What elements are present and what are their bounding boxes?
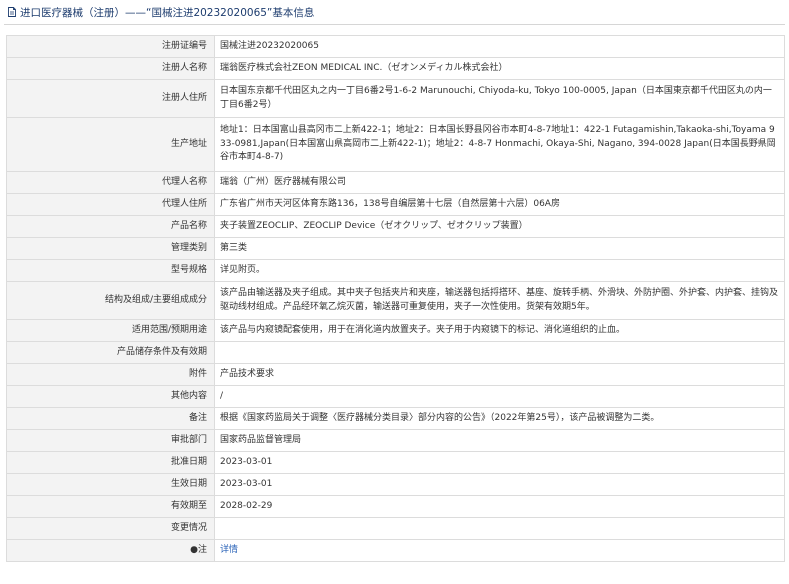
row-label: 管理类别 xyxy=(6,237,215,260)
table-row: 注册人名称 瑞翁医疗株式会社ZEON MEDICAL INC.（ゼオンメディカル… xyxy=(6,57,785,80)
row-value: 该产品与内窥镜配套使用，用于在消化道内放置夹子。夹子用于内窥镜下的标记、消化道组… xyxy=(214,319,785,342)
row-label: 其他内容 xyxy=(6,385,215,408)
row-value: 地址1：日本国富山县高冈市二上新422-1；地址2：日本国长野县冈谷市本町4-8… xyxy=(214,117,785,172)
row-value: 夹子装置ZEOCLIP、ZEOCLIP Device（ゼオクリップ、ゼオクリップ… xyxy=(214,215,785,238)
table-row: 管理类别 第三类 xyxy=(6,237,785,260)
row-label: 生产地址 xyxy=(6,117,215,172)
table-row: 生效日期 2023-03-01 xyxy=(6,473,785,496)
table-row: 结构及组成/主要组成成分 该产品由输送器及夹子组成。其中夹子包括夹片和夹座，输送… xyxy=(6,281,785,320)
row-label: 生效日期 xyxy=(6,473,215,496)
info-table-container: 注册证编号 国械注进20232020065 注册人名称 瑞翁医疗株式会社ZEON… xyxy=(0,25,789,562)
page-title: 进口医疗器械（注册）——“国械注进20232020065”基本信息 xyxy=(20,6,315,19)
row-label: 批准日期 xyxy=(6,451,215,474)
row-label: 适用范围/预期用途 xyxy=(6,319,215,342)
row-label: 结构及组成/主要组成成分 xyxy=(6,281,215,320)
table-row: 型号规格 详见附页。 xyxy=(6,259,785,282)
table-row: 批准日期 2023-03-01 xyxy=(6,451,785,474)
row-label: 产品储存条件及有效期 xyxy=(6,341,215,364)
row-value: 瑞翁（广州）医疗器械有限公司 xyxy=(214,171,785,194)
row-value: 根据《国家药监局关于调整〈医疗器械分类目录〉部分内容的公告》（2022年第25号… xyxy=(214,407,785,430)
row-value: 国械注进20232020065 xyxy=(214,35,785,58)
row-value: 2028-02-29 xyxy=(214,495,785,518)
row-label: 审批部门 xyxy=(6,429,215,452)
row-label: 变更情况 xyxy=(6,517,215,540)
row-label: 备注 xyxy=(6,407,215,430)
table-row: 备注 根据《国家药监局关于调整〈医疗器械分类目录〉部分内容的公告》（2022年第… xyxy=(6,407,785,430)
row-value: 详见附页。 xyxy=(214,259,785,282)
row-value: 第三类 xyxy=(214,237,785,260)
table-row: 代理人名称 瑞翁（广州）医疗器械有限公司 xyxy=(6,171,785,194)
row-value: 2023-03-01 xyxy=(214,473,785,496)
row-value: 该产品由输送器及夹子组成。其中夹子包括夹片和夹座，输送器包括捋搭环、基座、旋转手… xyxy=(214,281,785,320)
row-value: 国家药品监督管理局 xyxy=(214,429,785,452)
table-row: 产品名称 夹子装置ZEOCLIP、ZEOCLIP Device（ゼオクリップ、ゼ… xyxy=(6,215,785,238)
table-row: 变更情况 xyxy=(6,517,785,540)
row-label: 注册人住所 xyxy=(6,79,215,118)
row-label: 注册证编号 xyxy=(6,35,215,58)
table-row: 有效期至 2028-02-29 xyxy=(6,495,785,518)
info-table: 注册证编号 国械注进20232020065 注册人名称 瑞翁医疗株式会社ZEON… xyxy=(6,35,785,562)
row-label: 代理人名称 xyxy=(6,171,215,194)
page-header: 进口医疗器械（注册）——“国械注进20232020065”基本信息 xyxy=(0,0,789,24)
row-value: 日本国东京都千代田区丸之内一丁目6番2号1-6-2 Marunouchi, Ch… xyxy=(214,79,785,118)
table-row: 适用范围/预期用途 该产品与内窥镜配套使用，用于在消化道内放置夹子。夹子用于内窥… xyxy=(6,319,785,342)
row-value xyxy=(214,341,785,364)
row-value: 产品技术要求 xyxy=(214,363,785,386)
row-value xyxy=(214,517,785,540)
note-label: ●注 xyxy=(6,539,215,562)
table-row: 生产地址 地址1：日本国富山县高冈市二上新422-1；地址2：日本国长野县冈谷市… xyxy=(6,117,785,172)
details-link[interactable]: 详情 xyxy=(220,545,238,555)
row-label: 代理人住所 xyxy=(6,193,215,216)
row-label: 型号规格 xyxy=(6,259,215,282)
row-value: 瑞翁医疗株式会社ZEON MEDICAL INC.（ゼオンメディカル株式会社） xyxy=(214,57,785,80)
table-row: 注册证编号 国械注进20232020065 xyxy=(6,35,785,58)
document-icon xyxy=(6,6,18,18)
table-row: 产品储存条件及有效期 xyxy=(6,341,785,364)
table-row: 代理人住所 广东省广州市天河区体育东路136，138号自编层第十七层（自然层第十… xyxy=(6,193,785,216)
table-row: 审批部门 国家药品监督管理局 xyxy=(6,429,785,452)
row-label: 注册人名称 xyxy=(6,57,215,80)
row-label: 产品名称 xyxy=(6,215,215,238)
note-value: 详情 xyxy=(214,539,785,562)
row-label: 附件 xyxy=(6,363,215,386)
table-row: 附件 产品技术要求 xyxy=(6,363,785,386)
table-row-note: ●注 详情 xyxy=(6,539,785,562)
table-row: 注册人住所 日本国东京都千代田区丸之内一丁目6番2号1-6-2 Marunouc… xyxy=(6,79,785,118)
row-value: / xyxy=(214,385,785,408)
row-label: 有效期至 xyxy=(6,495,215,518)
row-value: 广东省广州市天河区体育东路136，138号自编层第十七层（自然层第十六层）06A… xyxy=(214,193,785,216)
table-row: 其他内容 / xyxy=(6,385,785,408)
row-value: 2023-03-01 xyxy=(214,451,785,474)
